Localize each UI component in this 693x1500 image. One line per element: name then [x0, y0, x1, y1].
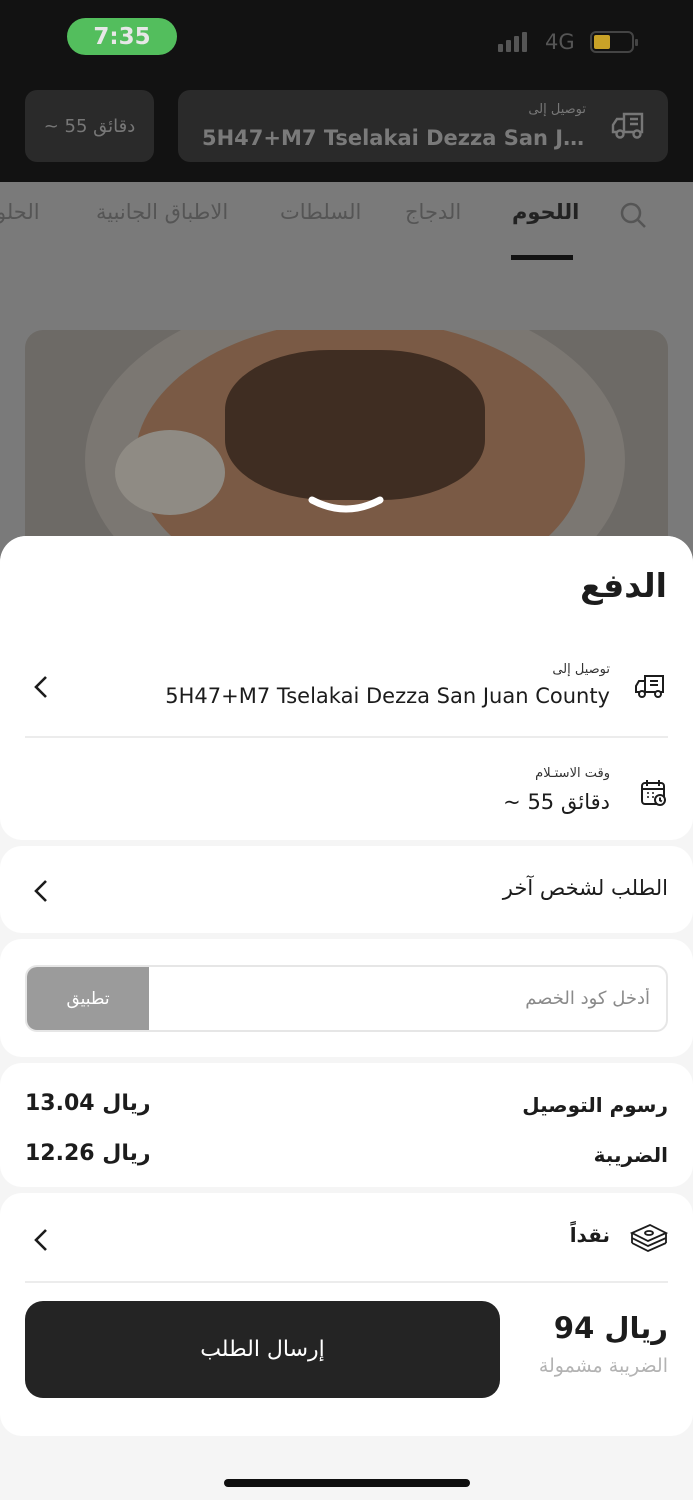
- chevron-left-icon[interactable]: [33, 674, 49, 704]
- tab-side-dishes[interactable]: الاطباق الجانبية: [96, 200, 228, 224]
- coupon-input[interactable]: [151, 967, 666, 1030]
- vat-included-note: الضريبة مشمولة: [538, 1355, 668, 1377]
- active-tab-indicator: [511, 255, 573, 260]
- pickup-value: ~ 55 دقائق: [503, 790, 610, 814]
- eta-text: ~ 55 دقائق: [43, 115, 136, 137]
- tab-chicken[interactable]: الدجاج: [405, 200, 461, 224]
- tax-row: الضريبة 12.26 ريال: [25, 1141, 668, 1173]
- order-total: 94 ريال: [553, 1311, 668, 1345]
- fee-value: 12.26 ريال: [25, 1141, 151, 1166]
- truck-icon: [610, 108, 650, 146]
- eta-button[interactable]: ~ 55 دقائق: [25, 90, 154, 162]
- divider: [25, 1281, 668, 1283]
- tab-salads[interactable]: السلطات: [280, 200, 361, 224]
- divider: [25, 736, 668, 738]
- coupon-field: تطبيق: [25, 965, 668, 1032]
- signal-icon: [498, 32, 527, 52]
- submit-order-button[interactable]: إرسال الطلب: [25, 1301, 500, 1398]
- pickup-label: وقت الاستـلام: [535, 766, 610, 781]
- coupon-card: تطبيق: [0, 939, 693, 1057]
- delivery-fee-row: رسوم التوصيل 13.04 ريال: [25, 1091, 668, 1123]
- home-indicator: [224, 1479, 470, 1487]
- fees-card: رسوم التوصيل 13.04 ريال الضريبة 12.26 ري…: [0, 1063, 693, 1187]
- sheet-collapse-handle-icon[interactable]: [307, 492, 385, 522]
- payment-method-label: نقداً: [569, 1223, 610, 1247]
- delivery-label: توصيل إلى: [552, 662, 610, 677]
- delivery-card: الدفع توصيل إلى 5H47+M7 Tselakai Dezza S…: [0, 536, 693, 840]
- apply-coupon-button[interactable]: تطبيق: [27, 967, 149, 1030]
- status-time: 7:35: [67, 18, 177, 55]
- category-tabs: اللحوم الدجاج السلطات الاطباق الجانبية ا…: [0, 182, 693, 262]
- tab-meat[interactable]: اللحوم: [512, 200, 579, 224]
- calendar-clock-icon: [640, 778, 668, 812]
- cash-icon: [629, 1221, 669, 1257]
- truck-icon: [634, 672, 668, 704]
- order-for-other-label: الطلب لشخص آخر: [502, 876, 668, 900]
- network-type: 4G: [545, 30, 575, 54]
- chevron-left-icon[interactable]: [33, 878, 49, 908]
- order-for-other-row[interactable]: الطلب لشخص آخر: [0, 846, 693, 933]
- delivery-address-button[interactable]: توصيل إلى 5H47+M7 Tselakai Dezza San Jua…: [178, 90, 668, 162]
- fee-label: رسوم التوصيل: [522, 1093, 668, 1117]
- tab-desserts[interactable]: الحلو: [0, 200, 40, 224]
- food-image: [25, 330, 668, 560]
- delivery-label: توصيل إلى: [528, 102, 586, 117]
- fee-label: الضريبة: [593, 1143, 668, 1167]
- chevron-left-icon[interactable]: [33, 1227, 49, 1257]
- battery-icon: [590, 31, 638, 53]
- fee-value: 13.04 ريال: [25, 1091, 151, 1116]
- delivery-address: 5H47+M7 Tselakai Dezza San Juan...: [202, 126, 586, 150]
- delivery-address: 5H47+M7 Tselakai Dezza San Juan County: [165, 684, 610, 708]
- checkout-card: نقداً 94 ريال الضريبة مشمولة إرسال الطلب: [0, 1193, 693, 1436]
- payment-sheet: الدفع توصيل إلى 5H47+M7 Tselakai Dezza S…: [0, 536, 693, 1500]
- page-title: الدفع: [580, 566, 667, 605]
- search-icon[interactable]: [618, 200, 648, 234]
